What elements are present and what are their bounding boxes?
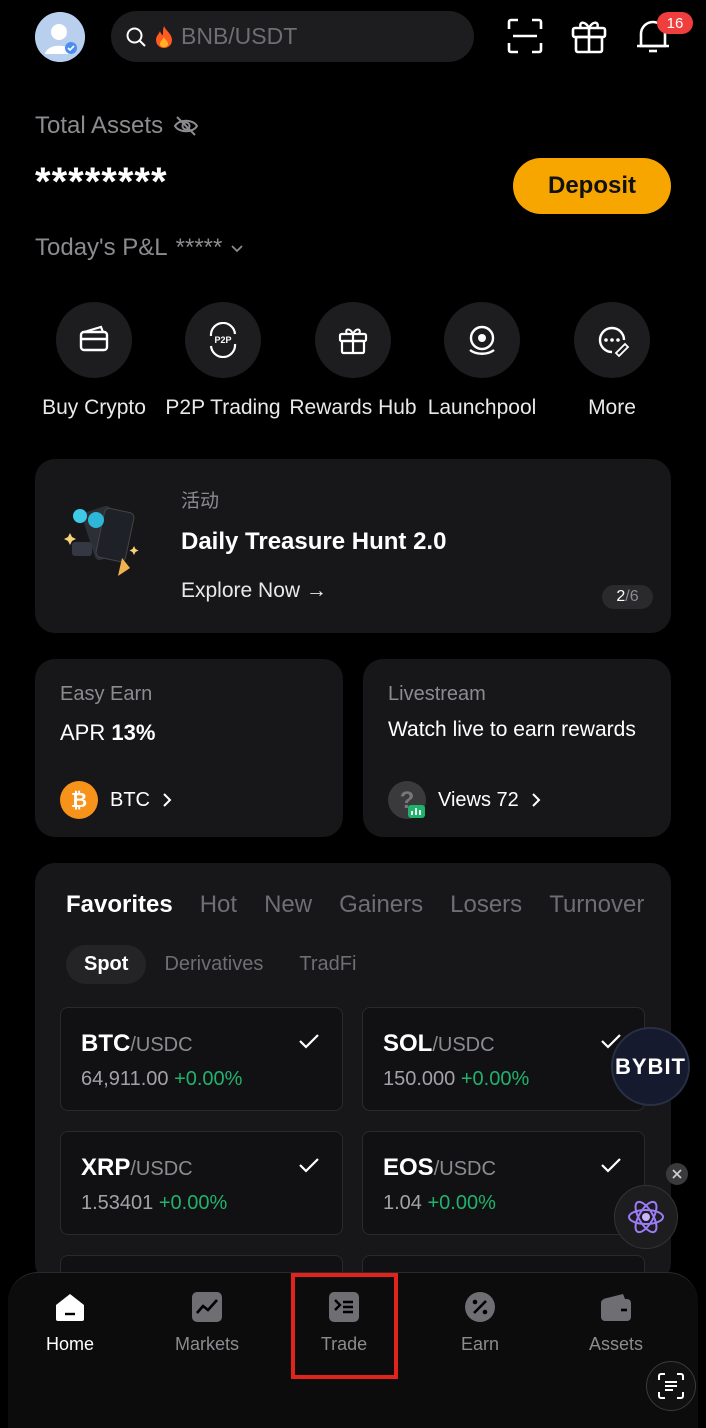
market-tabs: Favorites Hot New Gainers Losers Turnove…	[66, 891, 644, 919]
deposit-button[interactable]: Deposit	[513, 158, 671, 214]
check-icon[interactable]	[298, 1156, 320, 1174]
pair-card-sol[interactable]: SOL/USDC 150.000 +0.00%	[362, 1007, 645, 1111]
livestream-label: Livestream	[388, 683, 486, 705]
close-icon[interactable]	[666, 1163, 688, 1185]
search-icon	[126, 27, 146, 47]
shortcut-launchpool[interactable]: Launchpool	[417, 302, 547, 423]
scan-text-icon	[658, 1373, 684, 1399]
markets-chart-icon	[192, 1292, 222, 1322]
subtab-derivatives[interactable]: Derivatives	[164, 953, 263, 976]
total-assets-label: Total Assets	[35, 112, 199, 140]
banner-title: Daily Treasure Hunt 2.0	[181, 528, 447, 555]
svg-text:P2P: P2P	[214, 335, 231, 345]
user-avatar-icon	[35, 12, 85, 62]
nav-home[interactable]: Home	[10, 1290, 130, 1355]
bybit-float-button[interactable]: BYBIT	[611, 1027, 690, 1106]
easy-earn-coin[interactable]: ₿ BTC	[60, 781, 172, 819]
chevron-right-icon	[532, 793, 541, 807]
gift-icon[interactable]	[569, 16, 609, 56]
banner-tag: 活动	[181, 491, 220, 512]
check-icon[interactable]	[298, 1032, 320, 1050]
scan-button[interactable]	[646, 1361, 696, 1411]
home-icon	[56, 1294, 84, 1321]
ai-assistant-float-button[interactable]	[614, 1185, 678, 1249]
subtab-spot[interactable]: Spot	[66, 945, 147, 984]
scan-icon[interactable]	[505, 16, 545, 56]
pair-card-xrp[interactable]: XRP/USDC 1.53401 +0.00%	[60, 1131, 343, 1235]
trade-highlight-box	[291, 1273, 398, 1379]
today-pnl[interactable]: Today's P&L *****	[35, 234, 244, 262]
earn-percent-icon	[465, 1292, 495, 1322]
svg-text:₿: ₿	[71, 790, 87, 812]
avatar[interactable]	[35, 12, 85, 62]
shortcut-p2p-trading[interactable]: P2P P2P Trading	[158, 302, 288, 423]
tab-gainers[interactable]: Gainers	[339, 891, 423, 919]
subtab-tradfi[interactable]: TradFi	[299, 953, 356, 976]
notification-badge: 16	[657, 12, 693, 34]
easy-earn-apr: APR 13%	[60, 720, 156, 745]
atom-icon	[628, 1200, 664, 1234]
search-bar[interactable]: BNB/USDT	[111, 11, 474, 62]
total-assets-value: ********	[35, 160, 168, 204]
shortcut-buy-crypto[interactable]: Buy Crypto	[29, 302, 159, 423]
search-placeholder: BNB/USDT	[181, 23, 298, 49]
market-subtabs: Spot Derivatives TradFi	[66, 945, 356, 984]
tab-hot[interactable]: Hot	[200, 891, 237, 919]
nav-earn[interactable]: Earn	[420, 1290, 540, 1355]
tab-turnover[interactable]: Turnover	[549, 891, 644, 919]
p2p-icon: P2P	[209, 322, 237, 358]
livestream-avatar-icon: ?	[388, 781, 426, 819]
bitcoin-icon: ₿	[60, 781, 98, 819]
livestream-views[interactable]: ? Views 72	[388, 781, 541, 819]
check-icon[interactable]	[600, 1156, 622, 1174]
assets-wallet-icon	[601, 1294, 631, 1321]
wallet-card-icon	[79, 325, 109, 352]
launchpool-icon	[469, 325, 495, 355]
fire-icon	[156, 25, 172, 48]
livestream-text: Watch live to earn rewards	[388, 718, 636, 741]
shortcut-rewards-hub[interactable]: Rewards Hub	[288, 302, 418, 423]
explore-now-link[interactable]: Explore Now →	[181, 579, 327, 603]
easy-earn-label: Easy Earn	[60, 683, 153, 705]
nav-markets[interactable]: Markets	[147, 1290, 267, 1355]
eye-hidden-icon[interactable]	[173, 115, 199, 137]
tab-losers[interactable]: Losers	[450, 891, 522, 919]
chevron-right-icon	[163, 793, 172, 807]
pair-card-eos[interactable]: EOS/USDC 1.04 +0.00%	[362, 1131, 645, 1235]
treasure-hunt-illustration	[60, 498, 146, 584]
chevron-down-icon	[231, 245, 243, 253]
pair-card-btc[interactable]: BTC/USDC 64,911.00 +0.00%	[60, 1007, 343, 1111]
shortcut-more[interactable]: More	[547, 302, 677, 423]
rewards-gift-icon	[338, 328, 368, 355]
more-icon	[598, 326, 630, 358]
banner-pager: 2/6	[602, 585, 653, 609]
nav-assets[interactable]: Assets	[556, 1290, 676, 1355]
tab-favorites[interactable]: Favorites	[66, 891, 173, 919]
tab-new[interactable]: New	[264, 891, 312, 919]
